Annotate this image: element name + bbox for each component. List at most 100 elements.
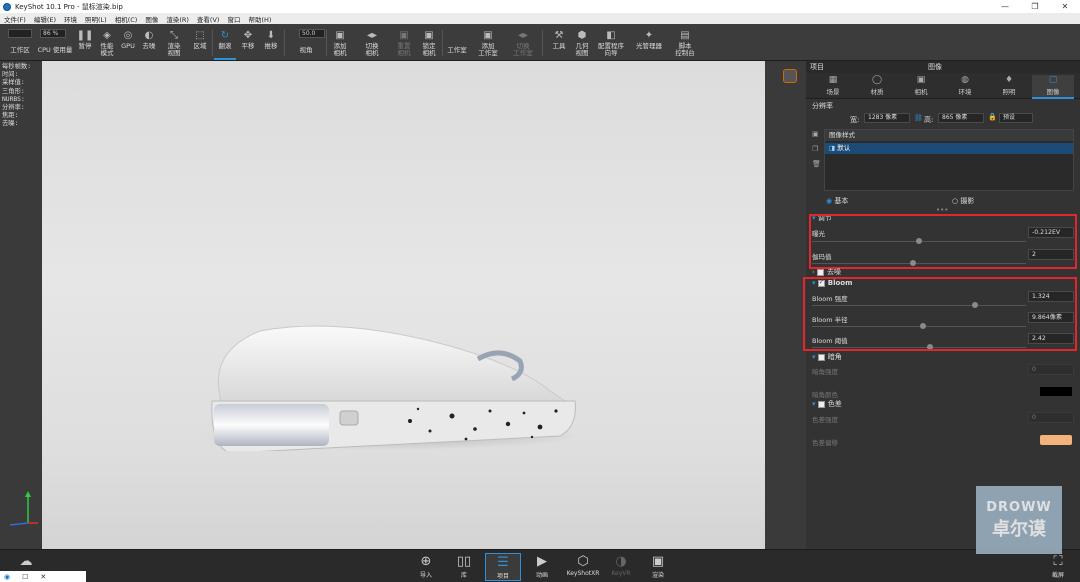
add-camera-button[interactable]: ▣ 添加 相机 xyxy=(329,26,351,60)
dolly-button[interactable]: ⬇ 推移 xyxy=(260,26,282,60)
import-icon: ⊕ xyxy=(420,554,432,569)
pause-button[interactable]: ❚❚ 暂停 xyxy=(75,26,95,60)
render-button[interactable]: ▣ 渲染 xyxy=(640,553,676,581)
chromatic-section-header[interactable]: ▾ 色差 xyxy=(812,399,842,409)
add-style-icon[interactable]: ▣ xyxy=(812,130,819,138)
tab-camera[interactable]: ▣ 相机 xyxy=(900,75,942,99)
denoise-label: 去噪 xyxy=(142,42,156,50)
delete-style-icon[interactable]: 🗑 xyxy=(812,160,821,168)
switch-camera-button[interactable]: ◂▸ 切换 相机 xyxy=(358,26,386,60)
reset-camera-icon: ▣ xyxy=(399,29,409,41)
height-input[interactable]: 865 像素 xyxy=(938,113,984,123)
stat-value: 1,997 xyxy=(63,95,82,103)
switch-studio-button[interactable]: ◂▸ 切换 工作室 xyxy=(509,26,537,60)
render-view-button[interactable]: ⤡ 渲染 视图 xyxy=(161,26,187,60)
mode-photo-label: 摄影 xyxy=(960,197,975,205)
fov-button[interactable]: 视角 xyxy=(294,26,318,60)
axis-gizmo xyxy=(9,491,38,526)
geometry-view-button[interactable]: ⬢ 几何 视图 xyxy=(571,26,593,60)
image-style-item-label: 默认 xyxy=(837,144,851,152)
duplicate-style-icon[interactable]: ❐ xyxy=(812,145,818,153)
lock-camera-button[interactable]: ▣ 锁定 相机 xyxy=(418,26,440,60)
configurator-wizard-button[interactable]: ◧ 配置程序 向导 xyxy=(594,26,628,60)
library-icon: ▯▯ xyxy=(456,554,472,569)
panel-tabs: ▦ 场景 ◯ 材质 ▣ 相机 ◍ 环境 ♦ 照明 ▢ 图像 xyxy=(806,73,1080,99)
more-options-icon[interactable]: ••• xyxy=(936,206,948,214)
tab-image[interactable]: ▢ 图像 xyxy=(1032,75,1074,99)
vignette-color-swatch[interactable] xyxy=(1040,387,1072,396)
preset-dropdown[interactable]: 预设 xyxy=(999,113,1033,123)
switch-camera-icon: ◂▸ xyxy=(366,29,378,41)
workspace-button[interactable]: 工作区 xyxy=(6,26,34,60)
menu-file[interactable]: 文件(F) xyxy=(0,14,30,24)
stat-value: 42.5 xyxy=(66,63,82,70)
taskbar-preview[interactable]: ◉ ☐ ✕ xyxy=(0,571,86,582)
mode-photo-radio[interactable]: ○ 摄影 xyxy=(952,196,974,206)
menu-render[interactable]: 渲染(R) xyxy=(162,14,193,24)
minimize-button[interactable]: — xyxy=(990,0,1020,13)
performance-mode-button[interactable]: ◈ 性能 模式 xyxy=(96,26,118,60)
menu-window[interactable]: 窗口 xyxy=(223,14,244,24)
menu-camera[interactable]: 相机(C) xyxy=(111,14,142,24)
animation-button[interactable]: ▶ 动画 xyxy=(524,553,560,581)
mouse-shell xyxy=(217,325,567,402)
light-manager-button[interactable]: ✦ 光管理器 xyxy=(632,26,666,60)
tab-material[interactable]: ◯ 材质 xyxy=(856,75,898,99)
tab-scene[interactable]: ▦ 场景 xyxy=(812,75,854,99)
tumble-button[interactable]: ↻ 翻滚 xyxy=(214,26,236,60)
vignette-section-header[interactable]: ▾ 暗角 xyxy=(812,352,842,362)
reset-camera-button[interactable]: ▣ 重置 相机 xyxy=(392,26,416,60)
denoise-button[interactable]: ◐ 去噪 xyxy=(139,26,159,60)
chromatic-strength-input[interactable]: 0 xyxy=(1028,412,1074,423)
add-studio-button[interactable]: ▣ 添加 工作室 xyxy=(474,26,502,60)
mode-basic-radio[interactable]: ◉ 基本 xyxy=(826,196,848,206)
render-region-toggle-icon[interactable] xyxy=(783,69,797,83)
tab-lighting[interactable]: ♦ 照明 xyxy=(988,75,1030,99)
vignette-strength-input[interactable]: 0 xyxy=(1028,364,1074,375)
add-studio-label: 添加 工作室 xyxy=(478,42,498,57)
library-button[interactable]: ▯▯ 库 xyxy=(446,553,482,581)
menu-image[interactable]: 图像 xyxy=(141,14,162,24)
render-viewport[interactable]: 每秒帧数: 42.5 时间: 12s 采样值: 35 三角形: 613,981 NURB… xyxy=(0,61,806,549)
keyvr-button[interactable]: ◑ KeyVR xyxy=(603,553,639,581)
project-label: 项目 xyxy=(496,573,509,580)
denoise-section-header[interactable]: › 去噪 xyxy=(812,267,841,277)
screenshot-button[interactable]: ⛶ 截屏 xyxy=(1040,553,1076,581)
close-button[interactable]: ✕ xyxy=(1050,0,1080,13)
watermark-logo: DROWW 卓尔谟 xyxy=(976,486,1062,554)
cpu-usage-button[interactable]: CPU 使用量 xyxy=(36,26,74,60)
keyshotxr-button[interactable]: ⬡ KeyShotXR xyxy=(563,553,603,581)
menu-environment[interactable]: 环境 xyxy=(60,14,81,24)
lock-icon[interactable]: 🔒 xyxy=(988,113,997,121)
menu-view[interactable]: 查看(V) xyxy=(193,14,224,24)
tumble-icon: ↻ xyxy=(220,29,230,41)
tab-environment[interactable]: ◍ 环境 xyxy=(944,75,986,99)
project-button[interactable]: ☰ 项目 xyxy=(485,553,521,581)
vignette-checkbox[interactable] xyxy=(817,353,825,361)
chromatic-checkbox[interactable] xyxy=(817,400,825,408)
render-view-label: 渲染 视图 xyxy=(167,42,181,57)
taskbar-close-icon[interactable]: ✕ xyxy=(40,573,46,581)
chromatic-shift-swatch[interactable] xyxy=(1040,435,1072,445)
image-style-item-default[interactable]: ◨ 默认 xyxy=(825,143,1073,154)
pan-button[interactable]: ✥ 平移 xyxy=(238,26,258,60)
tools-button[interactable]: ⚒ 工具 xyxy=(548,26,570,60)
width-input[interactable]: 1283 像素 xyxy=(864,113,910,123)
panel-project-label[interactable]: 项目 xyxy=(810,62,824,72)
script-console-button[interactable]: ▤ 脚本 控制台 xyxy=(672,26,698,60)
menu-help[interactable]: 帮助(H) xyxy=(244,14,275,24)
taskbar-restore-icon[interactable]: ☐ xyxy=(22,573,28,581)
region-label: 区域 xyxy=(193,42,207,50)
restore-button[interactable]: ❐ xyxy=(1020,0,1050,13)
import-button[interactable]: ⊕ 导入 xyxy=(408,553,444,581)
menu-edit[interactable]: 编辑(E) xyxy=(30,14,60,24)
keyshot-taskbar-icon: ◉ xyxy=(4,572,11,581)
denoise-checkbox[interactable] xyxy=(817,268,825,276)
configurator-wizard-label: 配置程序 向导 xyxy=(598,42,624,57)
tab-label: 相机 xyxy=(914,88,928,96)
link-icon[interactable]: ⛓ xyxy=(914,114,923,122)
gpu-button[interactable]: ◎ GPU xyxy=(119,26,137,60)
region-button[interactable]: ⬚ 区域 xyxy=(189,26,211,60)
studio-button[interactable]: 工作室 xyxy=(445,26,469,60)
menu-lighting[interactable]: 照明(L) xyxy=(81,14,111,24)
